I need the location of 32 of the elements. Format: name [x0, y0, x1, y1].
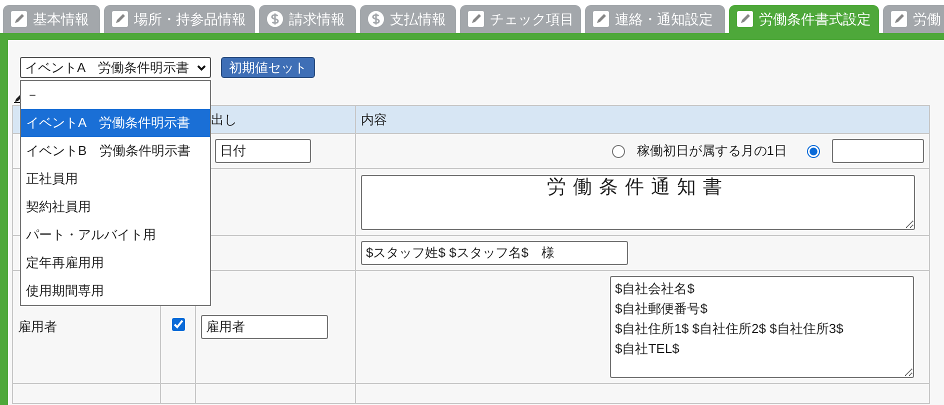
show-checkbox[interactable] [172, 318, 184, 332]
dropdown-option[interactable]: 正社員用 [21, 165, 210, 193]
text-field[interactable] [832, 139, 924, 163]
edit-icon [111, 10, 129, 28]
text-field[interactable]: $スタッフ姓$ $スタッフ名$ 様 [361, 241, 628, 265]
edit-icon [467, 10, 485, 28]
edit-icon [592, 10, 610, 28]
dropdown-option[interactable]: イベントA 労働条件明示書 [21, 109, 210, 137]
radio-button[interactable] [807, 144, 820, 158]
radio-button[interactable] [612, 144, 625, 158]
radio-label: 稼働初日が属する月の1日 [636, 142, 787, 160]
dropdown-option[interactable]: パート・アルバイト用 [21, 221, 210, 249]
text-field[interactable]: 日付 [215, 139, 311, 163]
dollar-icon [367, 10, 385, 28]
dropdown-option[interactable]: 契約社員用 [21, 193, 210, 221]
edit-icon [736, 10, 754, 28]
dropdown-option[interactable]: 使用期間専用 [21, 277, 210, 305]
reset-button[interactable]: 初期値セット [221, 57, 315, 78]
edit-icon [10, 10, 28, 28]
template-select[interactable]: イベントA 労働条件明示書 [20, 57, 211, 78]
text-field[interactable]: 雇用者 [201, 315, 328, 339]
dropdown-option[interactable]: － [21, 81, 210, 109]
row-label: 雇用者 [18, 319, 57, 334]
address-textarea[interactable]: $自社会社名$ $自社郵便番号$ $自社住所1$ $自社住所2$ $自社住所3$ $自社TEL$ [610, 276, 914, 378]
title-textarea[interactable]: 労働条件通知書 [361, 174, 915, 230]
dropdown-option[interactable]: 定年再雇用用 [21, 249, 210, 277]
dropdown-option[interactable]: イベントB 労働条件明示書 [21, 137, 210, 165]
dollar-icon [266, 10, 284, 28]
column-header: 出し [210, 112, 237, 127]
edit-icon [890, 10, 908, 28]
column-header: 内容 [361, 112, 387, 127]
chevron-icon [197, 64, 206, 70]
